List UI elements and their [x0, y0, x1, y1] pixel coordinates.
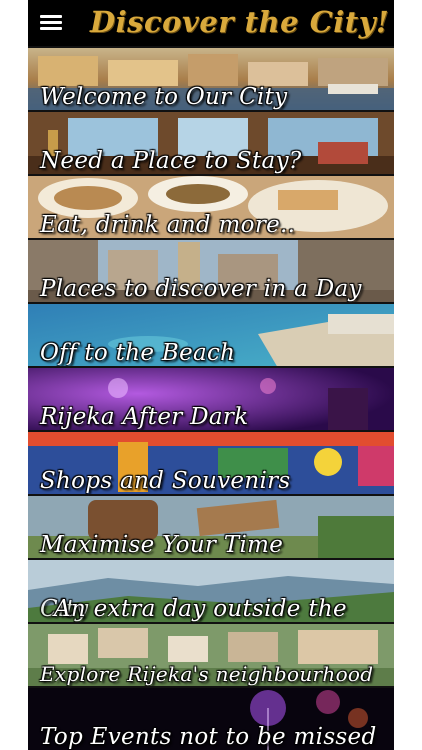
- tile-label: Welcome to Our City: [40, 84, 288, 110]
- tile-label: Maximise Your Time: [40, 532, 284, 558]
- hamburger-menu-icon[interactable]: [40, 14, 62, 32]
- tile-accommodation[interactable]: Need a Place to Stay?: [28, 110, 394, 176]
- tile-places-day[interactable]: Places to discover in a Day: [28, 238, 394, 304]
- tile-label: Off to the Beach: [40, 340, 236, 366]
- tile-neighbourhood[interactable]: Explore Rijeka's neighbourhood: [28, 622, 394, 688]
- tile-label: An extra day outside the: [54, 596, 347, 622]
- tile-label: Need a Place to Stay?: [40, 148, 302, 174]
- tile-maximise-time[interactable]: Maximise Your Time: [28, 494, 394, 560]
- tile-top-events[interactable]: Top Events not to be missed: [28, 686, 394, 750]
- tile-label: Explore Rijeka's neighbourhood: [40, 662, 374, 686]
- tile-label: Rijeka After Dark: [40, 404, 249, 430]
- tile-food[interactable]: Eat, drink and more..: [28, 174, 394, 240]
- tile-label: Eat, drink and more..: [40, 212, 296, 238]
- tile-extra-day[interactable]: City An extra day outside the: [28, 558, 394, 624]
- tile-welcome[interactable]: Welcome to Our City: [28, 46, 394, 112]
- app-title: Discover the City!: [90, 5, 390, 39]
- tile-label: Top Events not to be missed: [40, 724, 377, 750]
- tile-label: Shops and Souvenirs: [40, 468, 291, 494]
- tile-beach[interactable]: Off to the Beach: [28, 302, 394, 368]
- tile-after-dark[interactable]: Rijeka After Dark: [28, 366, 394, 432]
- top-bar: Discover the City!: [28, 0, 394, 46]
- app-screen: Discover the City! Welcome to Our City N…: [28, 0, 394, 750]
- tile-shops[interactable]: Shops and Souvenirs: [28, 430, 394, 496]
- tile-label: Places to discover in a Day: [40, 276, 362, 302]
